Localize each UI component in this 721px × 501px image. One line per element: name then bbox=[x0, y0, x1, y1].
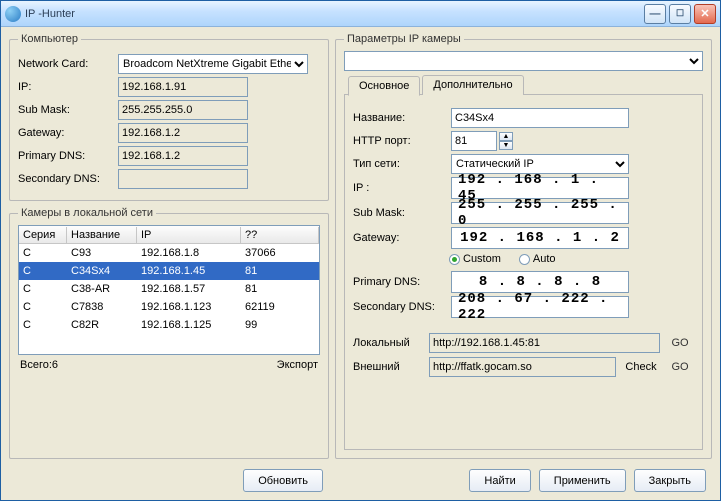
camera-select[interactable] bbox=[344, 51, 703, 71]
http-port-label: HTTP порт: bbox=[353, 135, 447, 147]
radio-dot-icon bbox=[449, 254, 460, 265]
app-window: IP -Hunter Компьютер Network Card: Broad… bbox=[0, 0, 721, 501]
camera-table[interactable]: Серия Название IP ?? CC93192.168.1.83706… bbox=[18, 225, 320, 355]
cam-gateway-field[interactable]: 192 . 168 . 1 . 2 bbox=[451, 227, 629, 249]
pdns-field[interactable] bbox=[118, 146, 248, 166]
local-url-field[interactable] bbox=[429, 333, 660, 353]
cam-ip-label: IP : bbox=[353, 182, 447, 194]
nic-label: Network Card: bbox=[18, 58, 114, 70]
external-go-link[interactable]: GO bbox=[666, 361, 694, 373]
tab-panel-main: Название: HTTP порт: ▲▼ Тип сети: Статиче… bbox=[344, 94, 703, 450]
tab-extra[interactable]: Дополнительно bbox=[422, 75, 523, 95]
app-icon bbox=[5, 6, 21, 22]
external-url-label: Внешний bbox=[353, 361, 423, 373]
check-link[interactable]: Check bbox=[622, 361, 660, 373]
external-url-field[interactable] bbox=[429, 357, 616, 377]
refresh-button[interactable]: Обновить bbox=[243, 469, 323, 492]
cam-mask-label: Sub Mask: bbox=[353, 207, 447, 219]
radio-custom[interactable]: Custom bbox=[449, 253, 501, 265]
nettype-label: Тип сети: bbox=[353, 158, 447, 170]
col-port[interactable]: ?? bbox=[241, 227, 319, 243]
tab-main[interactable]: Основное bbox=[348, 76, 420, 96]
export-link[interactable]: Экспорт bbox=[277, 359, 318, 371]
cam-name-field[interactable] bbox=[451, 108, 629, 128]
table-row[interactable]: CC34Sx4192.168.1.4581 bbox=[19, 262, 319, 280]
radio-auto: Auto bbox=[519, 253, 556, 265]
table-row[interactable]: CC7838192.168.1.12362119 bbox=[19, 298, 319, 316]
col-ip[interactable]: IP bbox=[137, 227, 241, 243]
table-row[interactable]: CC82R192.168.1.12599 bbox=[19, 316, 319, 334]
cam-gateway-label: Gateway: bbox=[353, 232, 447, 244]
spin-up-icon[interactable]: ▲ bbox=[499, 132, 513, 141]
http-port-field[interactable] bbox=[451, 131, 497, 151]
gateway-label: Gateway: bbox=[18, 127, 114, 139]
minimize-button[interactable] bbox=[644, 4, 666, 24]
close-button[interactable] bbox=[694, 4, 716, 24]
computer-group: Компьютер Network Card: Broadcom NetXtre… bbox=[9, 33, 329, 201]
camera-params-legend: Параметры IP камеры bbox=[344, 33, 464, 45]
sdns-label: Secondary DNS: bbox=[18, 173, 114, 185]
apply-button[interactable]: Применить bbox=[539, 469, 626, 492]
local-url-label: Локальный bbox=[353, 337, 423, 349]
local-go-link[interactable]: GO bbox=[666, 337, 694, 349]
radio-dot-icon bbox=[519, 254, 530, 265]
lan-cameras-group: Камеры в локальной сети Серия Название I… bbox=[9, 207, 329, 459]
ip-field[interactable] bbox=[118, 77, 248, 97]
ip-label: IP: bbox=[18, 81, 114, 93]
cam-ip-field[interactable]: 192 . 168 . 1 . 45 bbox=[451, 177, 629, 199]
lan-cameras-legend: Камеры в локальной сети bbox=[18, 207, 156, 219]
table-row[interactable]: CC38-AR192.168.1.5781 bbox=[19, 280, 319, 298]
mask-label: Sub Mask: bbox=[18, 104, 114, 116]
http-port-spinner[interactable]: ▲▼ bbox=[451, 131, 513, 151]
table-header: Серия Название IP ?? bbox=[19, 226, 319, 244]
gateway-field[interactable] bbox=[118, 123, 248, 143]
pdns-label: Primary DNS: bbox=[18, 150, 114, 162]
cam-pdns-field[interactable]: 8 . 8 . 8 . 8 bbox=[451, 271, 629, 293]
total-label: Всего:6 bbox=[20, 359, 58, 371]
cam-name-label: Название: bbox=[353, 112, 447, 124]
close-app-button[interactable]: Закрыть bbox=[634, 469, 706, 492]
cam-sdns-field[interactable]: 208 . 67 . 222 . 222 bbox=[451, 296, 629, 318]
table-row[interactable]: CC93192.168.1.837066 bbox=[19, 244, 319, 262]
cam-pdns-label: Primary DNS: bbox=[353, 276, 447, 288]
nettype-select[interactable]: Статический IP bbox=[451, 154, 629, 174]
computer-legend: Компьютер bbox=[18, 33, 81, 45]
spin-down-icon[interactable]: ▼ bbox=[499, 141, 513, 150]
sdns-field[interactable] bbox=[118, 169, 248, 189]
window-title: IP -Hunter bbox=[25, 8, 644, 20]
col-name[interactable]: Название bbox=[67, 227, 137, 243]
find-button[interactable]: Найти bbox=[469, 469, 530, 492]
maximize-button[interactable] bbox=[669, 4, 691, 24]
camera-params-group: Параметры IP камеры Основное Дополнитель… bbox=[335, 33, 712, 459]
cam-sdns-label: Secondary DNS: bbox=[353, 301, 447, 313]
col-series[interactable]: Серия bbox=[19, 227, 67, 243]
nic-select[interactable]: Broadcom NetXtreme Gigabit Ethe bbox=[118, 54, 308, 74]
cam-mask-field[interactable]: 255 . 255 . 255 . 0 bbox=[451, 202, 629, 224]
mask-field[interactable] bbox=[118, 100, 248, 120]
titlebar: IP -Hunter bbox=[1, 1, 720, 27]
